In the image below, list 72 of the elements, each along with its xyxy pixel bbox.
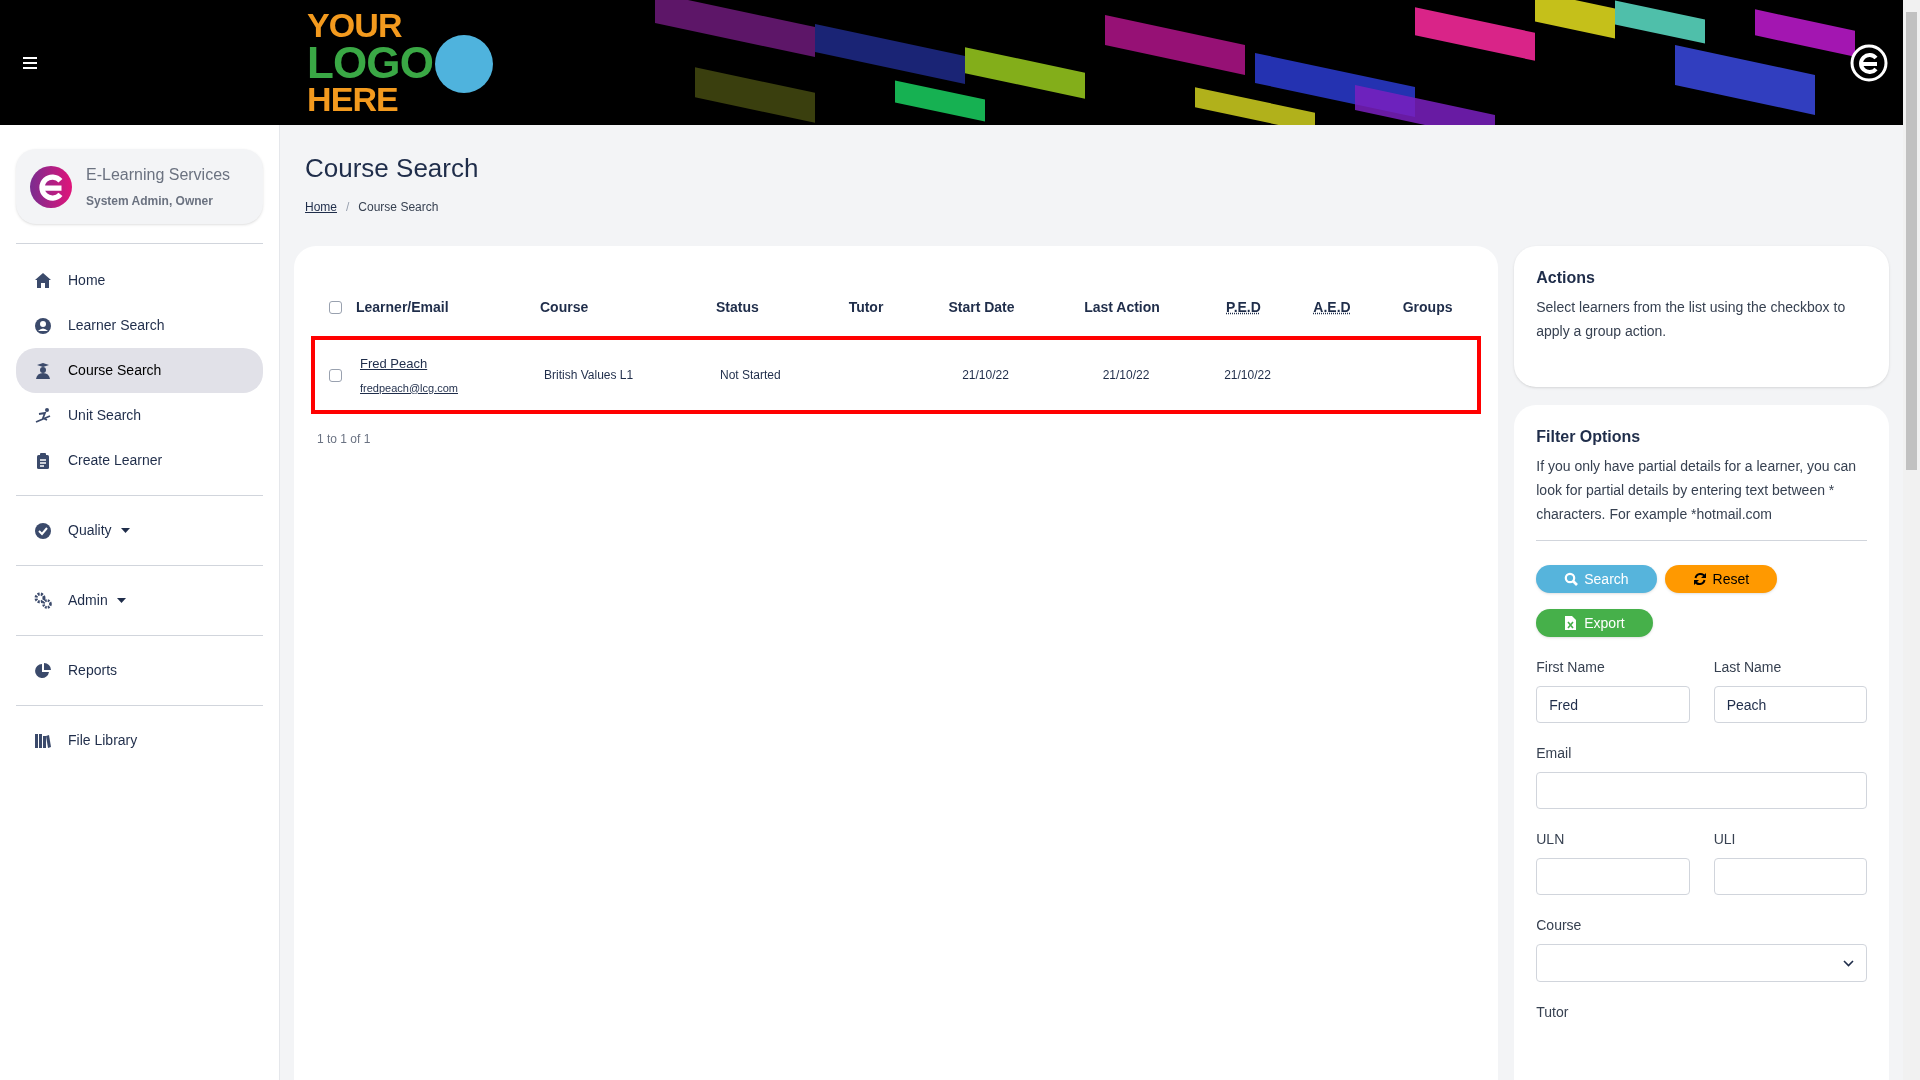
home-icon — [34, 271, 52, 290]
checkbox[interactable] — [329, 368, 342, 382]
graduate-icon — [34, 361, 52, 380]
nav-item[interactable]: Quality — [16, 508, 263, 553]
nav-item[interactable]: Create Learner — [16, 438, 263, 483]
field-label: ULN — [1536, 830, 1566, 849]
skier-icon — [34, 406, 52, 425]
column-header: Start Date — [948, 298, 1015, 315]
user-circle-icon — [34, 316, 52, 335]
nav-item[interactable]: Course Search — [16, 348, 263, 393]
table-cell: 21/10/22 — [1224, 368, 1271, 382]
table-cell: British Values L1 — [544, 368, 634, 382]
nav-item[interactable]: Unit Search — [16, 393, 263, 438]
pagination-text: 1 to 1 of 1 — [317, 431, 372, 448]
caret-icon — [120, 528, 130, 533]
card-text: Select learners from the list using the checkbox to apply a group action. — [1536, 298, 1847, 341]
column-header: Status — [716, 298, 759, 315]
clipboard-icon — [34, 451, 52, 470]
nav-item[interactable]: Home — [16, 258, 263, 303]
email-link[interactable]: fredpeach@lcg.com — [360, 379, 458, 396]
nav-item[interactable]: Reports — [16, 648, 263, 693]
gears-icon — [34, 591, 52, 610]
scrollbar[interactable] — [1903, 0, 1920, 1080]
field-label: Tutor — [1536, 1003, 1570, 1022]
refresh-icon — [1692, 572, 1707, 586]
field-label: Email — [1536, 744, 1573, 763]
input-field[interactable] — [1713, 858, 1867, 895]
nav-item[interactable]: Admin — [16, 578, 263, 623]
field-label: ULI — [1713, 830, 1737, 849]
card-title: Actions — [1536, 268, 1596, 288]
table-cell: 21/10/22 — [962, 368, 1009, 382]
column-header: Learner/Email — [356, 298, 449, 315]
nav-item[interactable]: File Library — [16, 718, 263, 763]
check-circle-icon — [34, 521, 52, 540]
column-header: A.E.D — [1313, 298, 1351, 315]
logo-icon — [1849, 43, 1889, 83]
input-field[interactable] — [1536, 858, 1690, 895]
nav-item[interactable]: Learner Search — [16, 303, 263, 348]
input-field[interactable]: Fred — [1536, 686, 1690, 723]
card-text: If you only have partial details for a learner, you can look for partial details by entering text between * characters. For example *hotmail.com — [1536, 454, 1867, 541]
page-title: Course Search — [305, 152, 480, 185]
column-header: P.E.D — [1226, 298, 1261, 315]
profile-role: System Admin, Owner — [86, 193, 214, 210]
caret-icon — [116, 598, 126, 603]
input-field[interactable]: Peach — [1713, 686, 1867, 723]
pie-chart-icon — [34, 661, 52, 680]
field-label: Course — [1536, 916, 1583, 935]
profile-name: E-Learning Services — [86, 165, 231, 185]
chevron-down-icon — [1843, 959, 1854, 967]
breadcrumb-link[interactable]: Home — [305, 198, 337, 216]
learner-name-link[interactable]: Fred Peach — [360, 354, 428, 374]
dropdown-field[interactable] — [1536, 944, 1867, 982]
field-label: Last Name — [1713, 658, 1783, 677]
logo-icon — [30, 165, 72, 208]
column-header: Last Action — [1084, 298, 1160, 315]
field-label: First Name — [1536, 658, 1606, 677]
column-header: Tutor — [848, 298, 884, 315]
spreadsheet-file-icon — [1564, 616, 1579, 630]
column-header: Course — [540, 298, 589, 315]
column-header: Groups — [1402, 298, 1453, 315]
reset-button[interactable]: Reset — [1664, 565, 1778, 593]
search-icon — [1564, 572, 1579, 586]
logo: YOUR LOGO HERE — [307, 9, 493, 116]
checkbox[interactable] — [329, 300, 342, 314]
menu-icon[interactable] — [23, 56, 37, 69]
table-cell: Not Started — [720, 368, 781, 382]
breadcrumb-current: Course Search — [358, 199, 439, 216]
card-title: Filter Options — [1536, 427, 1642, 447]
breadcrumb-separator: / — [346, 199, 350, 216]
table-cell: 21/10/22 — [1102, 368, 1150, 382]
books-icon — [34, 731, 52, 750]
input-field[interactable] — [1536, 772, 1867, 809]
